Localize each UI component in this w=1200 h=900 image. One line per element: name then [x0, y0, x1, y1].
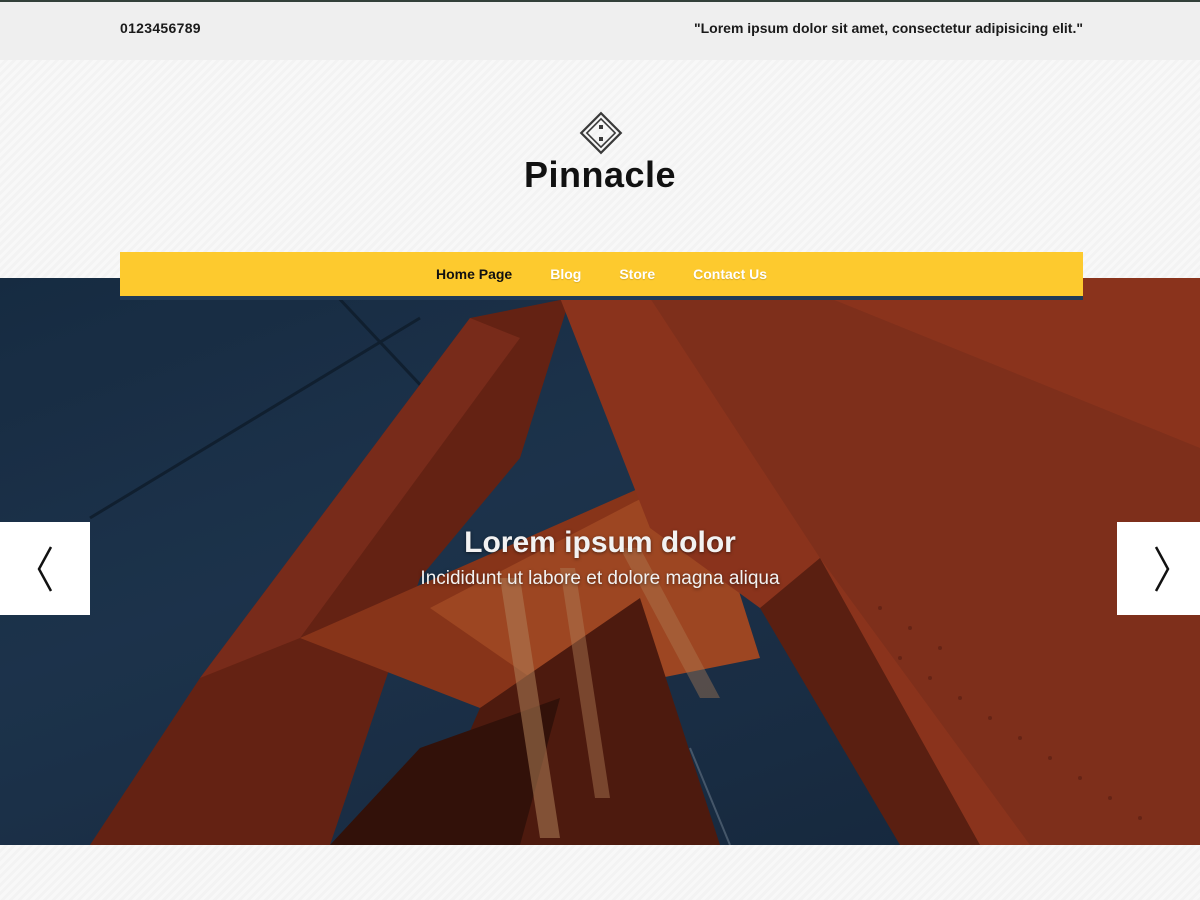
site-header: Pinnacle	[0, 60, 1200, 278]
nav-item-store[interactable]: Store	[600, 266, 674, 282]
slide-caption-subtitle: Incididunt ut labore et dolore magna ali…	[420, 568, 780, 589]
nav-item-contact-us[interactable]: Contact Us	[674, 266, 786, 282]
diamond-logo-icon[interactable]	[578, 110, 624, 156]
content-area-top	[0, 845, 1200, 900]
nav-item-blog[interactable]: Blog	[531, 266, 600, 282]
slide-caption-title: Lorem ipsum dolor	[464, 526, 736, 559]
phone-number: 0123456789	[120, 20, 201, 36]
main-navigation: Home Page Blog Store Contact Us	[120, 252, 1083, 300]
slider-prev-button[interactable]	[0, 522, 90, 615]
tagline-quote: "Lorem ipsum dolor sit amet, consectetur…	[693, 20, 1083, 36]
hero-overlay	[0, 278, 1200, 845]
chevron-left-icon	[37, 545, 53, 592]
top-bar: 0123456789 "Lorem ipsum dolor sit amet, …	[0, 0, 1200, 60]
site-title[interactable]: Pinnacle	[0, 154, 1200, 196]
nav-item-home-page[interactable]: Home Page	[417, 266, 531, 282]
chevron-right-icon	[1154, 545, 1170, 592]
slider-next-button[interactable]	[1117, 522, 1200, 615]
hero-slider: Lorem ipsum dolor Incididunt ut labore e…	[0, 278, 1200, 845]
